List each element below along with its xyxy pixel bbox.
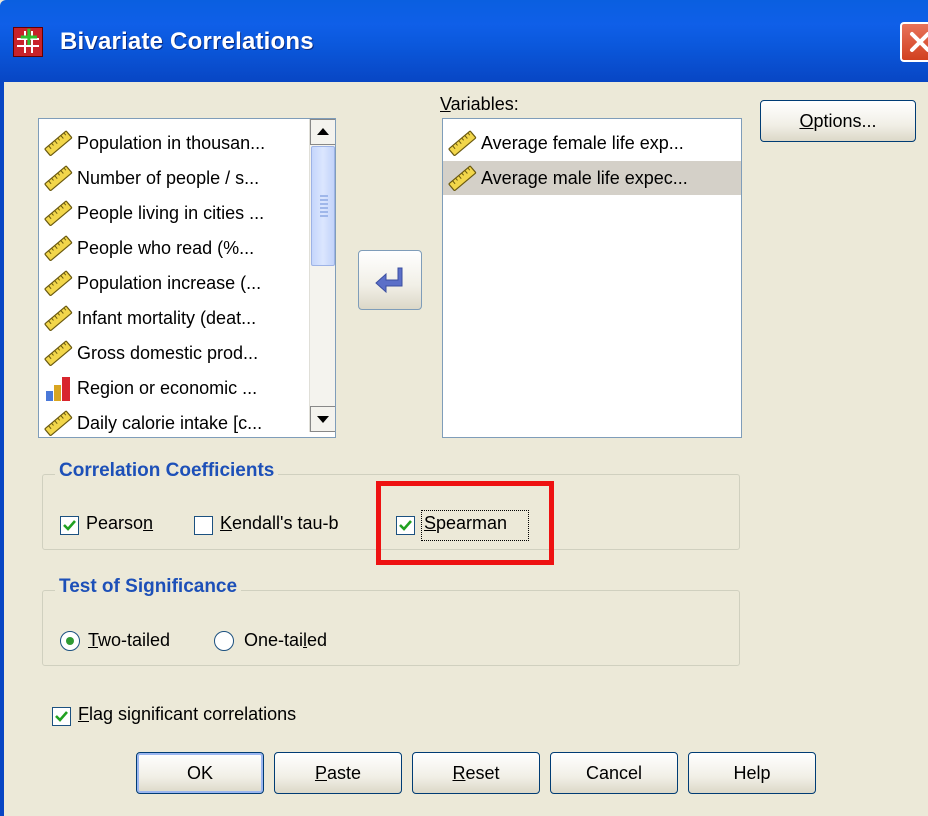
list-item-label: Average male life expec... — [481, 167, 688, 188]
radio-selected-dot — [66, 637, 74, 645]
two-tailed-radio[interactable] — [60, 631, 80, 651]
scale-icon — [39, 161, 75, 195]
scale-icon — [448, 165, 477, 192]
pearson-label[interactable]: Pearson — [86, 513, 153, 534]
scale-icon — [44, 165, 73, 192]
list-item-label: Population increase (... — [77, 272, 262, 293]
list-item[interactable]: Average male life expec... — [443, 161, 741, 195]
close-button[interactable] — [900, 22, 928, 62]
source-list-scrollbar[interactable] — [309, 119, 335, 432]
pearson-checkbox[interactable] — [60, 516, 79, 535]
list-item-label: Daily calorie intake [c... — [77, 412, 263, 433]
window-title: Bivariate Correlations — [60, 28, 314, 55]
scroll-thumb[interactable] — [311, 146, 335, 266]
checkmark-icon — [63, 520, 76, 531]
cancel-button[interactable]: Cancel — [550, 752, 678, 794]
scale-icon — [39, 336, 75, 370]
paste-button[interactable]: Paste — [274, 752, 402, 794]
one-tailed-label[interactable]: One-tailed — [244, 630, 327, 651]
test-of-significance-group: Test of Significance — [42, 576, 740, 666]
list-item[interactable]: Population in thousan... — [39, 126, 307, 160]
move-variable-button[interactable] — [358, 250, 422, 310]
help-button[interactable]: Help — [688, 752, 816, 794]
list-item-label: Average female life exp... — [481, 132, 684, 153]
scroll-up-button[interactable] — [310, 119, 335, 145]
list-item[interactable]: Daily calorie intake [c... — [39, 406, 307, 437]
scale-icon — [44, 270, 73, 297]
kendall-label[interactable]: Kendall's tau-b — [220, 513, 339, 534]
list-item[interactable]: People who read (%... — [39, 231, 307, 265]
selected-variables-list[interactable]: Average female life exp... Average male l… — [442, 118, 742, 438]
list-item-label: Region or economic ... — [77, 377, 258, 398]
list-item-label: Number of people / s... — [77, 167, 260, 188]
spearman-highlight-box — [376, 481, 554, 565]
scale-icon — [44, 235, 73, 262]
checkmark-icon — [55, 711, 68, 722]
scale-icon — [39, 231, 75, 265]
scale-icon — [443, 126, 479, 160]
scale-icon — [448, 130, 477, 157]
two-tailed-label[interactable]: Two-tailed — [88, 630, 170, 651]
scale-icon — [44, 200, 73, 227]
spss-app-icon — [13, 22, 43, 57]
window-left-border — [0, 82, 4, 816]
list-item-label: People living in cities ... — [77, 202, 265, 223]
ok-button[interactable]: OK — [136, 752, 264, 794]
test-of-significance-title: Test of Significance — [55, 576, 242, 598]
move-arrow-icon — [375, 267, 403, 294]
list-item[interactable]: Population increase (... — [39, 266, 307, 300]
scale-icon — [44, 410, 73, 437]
scale-icon — [39, 301, 75, 335]
list-item[interactable]: Region or economic ... — [39, 371, 307, 405]
flag-significant-label[interactable]: Flag significant correlations — [78, 704, 296, 725]
scale-icon — [44, 305, 73, 332]
list-item[interactable]: Infant mortality (deat... — [39, 301, 307, 335]
scroll-down-button[interactable] — [310, 406, 335, 432]
scale-icon — [44, 130, 73, 157]
scale-icon — [39, 406, 75, 437]
scale-icon — [44, 340, 73, 367]
list-item[interactable]: Number of people / s... — [39, 161, 307, 195]
kendall-checkbox[interactable] — [194, 516, 213, 535]
scale-icon — [39, 266, 75, 300]
scale-icon — [39, 196, 75, 230]
list-item-label: Infant mortality (deat... — [77, 307, 257, 328]
arrow-down-icon — [317, 416, 329, 423]
list-item[interactable]: Gross domestic prod... — [39, 336, 307, 370]
arrow-up-icon — [317, 128, 329, 135]
correlation-coefficients-title: Correlation Coefficients — [55, 460, 279, 482]
list-item[interactable]: People living in cities ... — [39, 196, 307, 230]
bivariate-correlations-dialog: Bivariate Correlations Population in tho… — [0, 0, 928, 816]
flag-significant-checkbox[interactable] — [52, 707, 71, 726]
source-variable-list[interactable]: Population in thousan... Number of people… — [38, 118, 336, 438]
close-icon — [910, 32, 928, 52]
list-item-label: People who read (%... — [77, 237, 255, 258]
reset-button[interactable]: Reset — [412, 752, 540, 794]
list-item-label: Gross domestic prod... — [77, 342, 259, 363]
nominal-icon — [46, 377, 70, 401]
list-item-label: Population in thousan... — [77, 132, 266, 153]
scale-icon — [443, 161, 479, 195]
list-item[interactable]: Average female life exp... — [443, 126, 741, 160]
nominal-icon — [39, 371, 75, 405]
one-tailed-radio[interactable] — [214, 631, 234, 651]
title-bar[interactable]: Bivariate Correlations — [0, 0, 928, 82]
scale-icon — [39, 126, 75, 160]
options-button[interactable]: Options... — [760, 100, 916, 142]
variables-label: Variables: — [440, 94, 519, 114]
